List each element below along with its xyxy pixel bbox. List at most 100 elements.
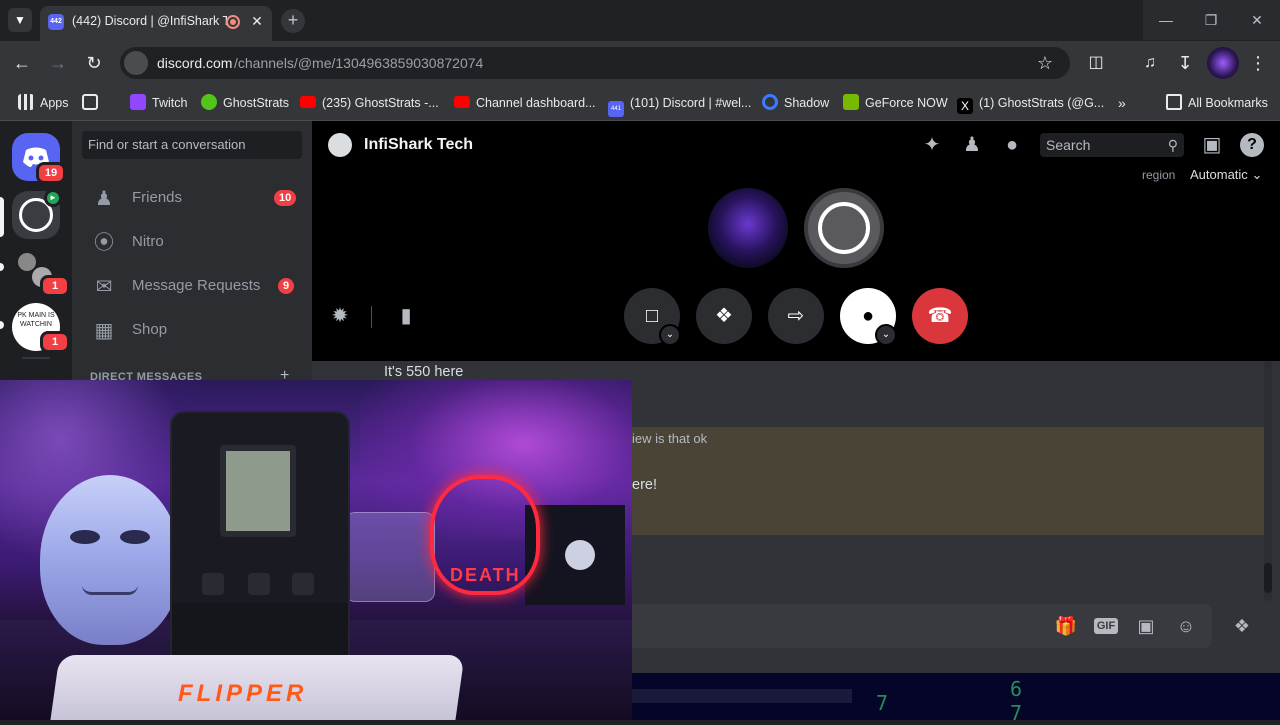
activities-button[interactable]: ❖ — [696, 288, 752, 344]
sidebar-item-message-requests[interactable]: ✉ Message Requests 9 — [80, 266, 304, 308]
flipper-device — [172, 413, 348, 678]
recording-indicator-icon — [226, 15, 240, 29]
extensions-icon[interactable]: ◫ — [1084, 51, 1108, 75]
folder-icon — [1166, 94, 1182, 110]
discord-icon: 441 — [608, 101, 624, 117]
bookmark-ghoststrats[interactable]: GhostStrats — [201, 92, 289, 114]
camera-options-chevron[interactable]: ⌄ — [659, 324, 681, 346]
gif-icon[interactable]: GIF — [1093, 613, 1119, 639]
microphone-options-chevron[interactable]: ⌄ — [875, 324, 897, 346]
help-icon[interactable]: ? — [1240, 133, 1264, 157]
bookmarks-bar: Apps Twitch GhostStrats (235) GhostStrat… — [0, 85, 1280, 121]
pineapple-logo-icon — [565, 540, 595, 570]
reload-icon[interactable]: ↻ — [82, 51, 106, 75]
server-pk-main[interactable]: PK MAIN IS WATCHIN 1 — [12, 303, 70, 353]
bookmark-label: (1) GhostStrats (@G... — [979, 96, 1105, 110]
sticker-icon[interactable]: ▣ — [1133, 613, 1159, 639]
soundboard-icon[interactable]: ✹ — [328, 304, 352, 328]
message-input[interactable] — [632, 604, 1212, 648]
server-group[interactable]: 1 — [12, 247, 70, 297]
bookmark-discord[interactable]: 441 (101) Discord | #wel... — [608, 92, 752, 117]
mail-icon: ✉ — [95, 276, 113, 298]
browser-tab-bar: ▼ 442 (442) Discord | @InfiShark T ✕ + —… — [0, 0, 1280, 41]
anonymous-mask — [40, 475, 180, 645]
add-friends-icon[interactable]: ♟ — [960, 133, 984, 157]
emoji-icon[interactable]: ☺ — [1173, 613, 1199, 639]
search-icon: ⚲ — [1167, 137, 1178, 153]
profile-avatar[interactable] — [1207, 47, 1239, 79]
twitch-icon — [130, 94, 146, 110]
minimize-icon[interactable]: — — [1143, 0, 1189, 40]
chevron-down-icon: ⌄ — [1251, 167, 1263, 182]
screen-share-button[interactable]: ⇨ — [768, 288, 824, 344]
message-reply-text: iew is that ok — [632, 431, 708, 446]
all-bookmarks-folder[interactable]: All Bookmarks — [1166, 92, 1268, 114]
bookmark-geforce[interactable]: GeForce NOW — [843, 92, 948, 114]
address-bar[interactable]: discord.com /channels/@me/13049638590308… — [120, 47, 1070, 79]
tab-title: (442) Discord | @InfiShark T — [72, 14, 227, 28]
participant-avatar-infishark[interactable] — [804, 188, 884, 268]
gift-icon[interactable]: 🎁 — [1053, 613, 1079, 639]
inbox-icon[interactable]: ▣ — [1200, 133, 1224, 157]
new-tab-button[interactable]: + — [281, 9, 305, 33]
bookmark-twitch[interactable]: Twitch — [130, 92, 187, 114]
sidebar-item-shop[interactable]: ▦ Shop — [80, 310, 304, 352]
bookmark-shadow[interactable]: Shadow — [762, 92, 829, 114]
mask-mouth — [82, 585, 138, 595]
bookmark-youtube-ghoststrats[interactable]: (235) GhostStrats -... — [300, 92, 439, 114]
sidebar-item-label: Nitro — [132, 233, 164, 250]
discord-favicon-icon: 442 — [48, 14, 64, 30]
message-text: It's 550 here — [384, 364, 464, 380]
region-label: region — [1142, 168, 1176, 182]
nitro-icon: ⦿ — [94, 232, 114, 254]
region-dropdown[interactable]: Automatic ⌄ — [1190, 167, 1262, 183]
user-profile-icon[interactable]: ● — [1000, 133, 1024, 157]
sidebar-item-friends[interactable]: ♟ Friends 10 — [80, 178, 304, 220]
popout-icon[interactable]: ▮ — [394, 304, 418, 328]
bookmark-x[interactable]: X (1) GhostStrats (@G... — [957, 92, 1104, 114]
bookmark-apps[interactable]: Apps — [18, 92, 69, 114]
sidebar-item-nitro[interactable]: ⦿ Nitro — [80, 222, 304, 264]
nvidia-icon — [843, 94, 859, 110]
screen-share-icon: ⇨ — [787, 305, 805, 327]
back-icon[interactable]: ← — [10, 51, 34, 75]
tab-search-menu[interactable]: ▼ — [8, 8, 32, 32]
media-control-icon[interactable]: ♫ — [1138, 51, 1162, 75]
restore-icon[interactable]: ❐ — [1188, 0, 1234, 40]
find-conversation-input[interactable]: Find or start a conversation — [82, 131, 302, 159]
more-bookmarks-icon[interactable]: » — [1118, 92, 1126, 114]
close-window-icon[interactable]: ✕ — [1234, 0, 1280, 40]
participant-avatar-hooded[interactable] — [708, 188, 788, 268]
bookmark-star-icon[interactable]: ☆ — [1034, 52, 1056, 74]
server-name-text: PK MAIN IS WATCHIN — [17, 312, 55, 328]
url-domain: discord.com — [157, 55, 233, 71]
forward-icon[interactable]: → — [46, 51, 70, 75]
matrix-wallpaper: 7 6 7 — [876, 677, 1023, 725]
window-controls: — ❐ ✕ — [1143, 0, 1280, 40]
apps-icon[interactable]: ❖ — [1229, 613, 1255, 639]
server-avatar-small — [18, 253, 36, 271]
browser-tab-active[interactable]: 442 (442) Discord | @InfiShark T ✕ — [40, 6, 272, 41]
menu-kebab-icon[interactable]: ⋮ — [1246, 51, 1270, 75]
friends-badge: 10 — [274, 190, 297, 206]
search-input[interactable]: Search ⚲ — [1040, 133, 1184, 157]
tab-close-icon[interactable]: ✕ — [248, 12, 266, 30]
sidebar-item-label: Friends — [132, 189, 183, 206]
x-logo-icon: X — [957, 98, 973, 114]
microphone-permission-icon[interactable] — [124, 51, 148, 75]
tab-groups-icon[interactable] — [82, 92, 104, 114]
camera-off-icon: □ — [645, 305, 659, 327]
call-title: InfiShark Tech — [364, 136, 474, 153]
neon-mask-text: DEATH — [450, 565, 521, 585]
device-button — [202, 573, 224, 595]
scrollbar-thumb[interactable] — [1264, 563, 1272, 593]
activities-icon: ❖ — [715, 305, 733, 327]
pin-icon[interactable]: ✦ — [920, 133, 944, 157]
bookmark-label: (101) Discord | #wel... — [630, 96, 752, 110]
bookmark-channel-dashboard[interactable]: Channel dashboard... — [454, 92, 596, 114]
disconnect-button[interactable]: ☎ — [912, 288, 968, 344]
discord-home-button[interactable]: 19 — [12, 133, 66, 184]
microphone-icon: ● — [861, 305, 875, 327]
download-icon[interactable]: ↧ — [1173, 51, 1197, 75]
server-infishark[interactable]: ► — [12, 189, 62, 239]
